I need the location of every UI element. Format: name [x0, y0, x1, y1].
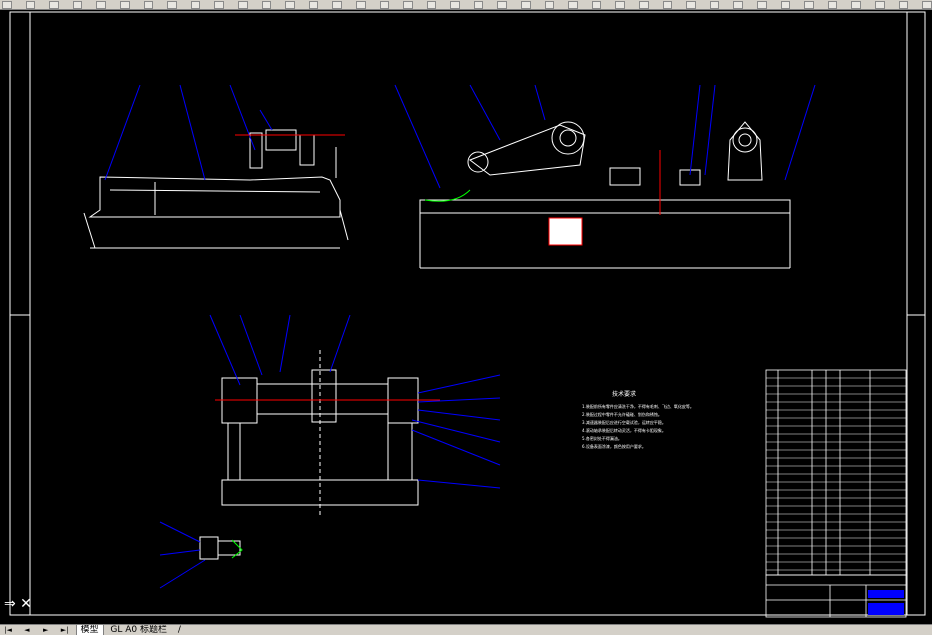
view-left-assembly	[83, 129, 349, 249]
toolbar-button[interactable]	[167, 0, 177, 9]
toolbar-button[interactable]	[827, 0, 838, 9]
view-section	[221, 350, 419, 515]
toolbar-button[interactable]	[72, 0, 83, 9]
leaders-left-assembly	[104, 84, 273, 181]
toolbar-button[interactable]	[49, 0, 59, 9]
notes-line: 5.各密封处不得漏油。	[582, 435, 622, 441]
toolbar-button[interactable]	[2, 0, 12, 9]
toolbar-button[interactable]	[615, 0, 626, 9]
notes-line: 3.减速器装配后应进行空载试验，运转应平稳。	[582, 419, 666, 425]
ucs-axis-icon: ⇒ ✕	[4, 596, 32, 612]
toolbar-button[interactable]	[780, 0, 791, 9]
toolbar-button[interactable]	[214, 0, 224, 9]
notes-line: 2.装配过程中零件不允许磕碰、划伤和锈蚀。	[582, 411, 662, 417]
toolbar-button[interactable]	[237, 0, 248, 9]
toolbar-button[interactable]	[733, 0, 743, 9]
toolbar-button[interactable]	[591, 0, 602, 9]
toolbar-button[interactable]	[379, 0, 390, 9]
leaders-detail	[159, 521, 206, 589]
toolbar-button[interactable]	[709, 0, 720, 9]
toolbar-button[interactable]	[119, 0, 130, 9]
notes-line: 1.装配前所有零件应清洗干净，不得有毛刺、飞边、氧化皮等。	[582, 403, 694, 409]
toolbar-button[interactable]	[757, 0, 767, 9]
toolbar-button[interactable]	[497, 0, 508, 9]
notes-line: 4.滚动轴承装配后转动灵活，不得有卡阻现象。	[582, 427, 666, 433]
toolbar-button[interactable]	[261, 0, 272, 9]
parts-list-rows	[766, 377, 906, 571]
parts-list-table	[765, 369, 907, 576]
toolbar-button[interactable]	[332, 0, 342, 9]
title-block-name	[868, 603, 904, 615]
toolbar-button[interactable]	[544, 0, 555, 9]
toolbar-button[interactable]	[190, 0, 201, 9]
toolbar-button[interactable]	[568, 0, 578, 9]
toolbar-button[interactable]	[851, 0, 861, 9]
layout-tab-bar: |◄ ◄ ► ►| 模型 GL A0 标题栏 /	[0, 624, 932, 635]
toolbar-button[interactable]	[473, 0, 484, 9]
toolbar	[0, 0, 932, 10]
technical-notes: 技术要求 1.装配前所有零件应清洗干净，不得有毛刺、飞边、氧化皮等。 2.装配过…	[582, 390, 694, 449]
title-block-label	[868, 590, 904, 598]
toolbar-button[interactable]	[143, 0, 154, 9]
leaders-right-assembly	[394, 84, 816, 189]
drawing-border-inner	[29, 11, 908, 616]
toolbar-button[interactable]	[874, 0, 885, 9]
toolbar-button[interactable]	[355, 0, 366, 9]
toolbar-button[interactable]	[521, 0, 531, 9]
toolbar-button[interactable]	[96, 0, 106, 9]
toolbar-button[interactable]	[285, 0, 295, 9]
toolbar-button[interactable]	[662, 0, 673, 9]
toolbar-button[interactable]	[426, 0, 437, 9]
drawing-canvas[interactable]: 技术要求 1.装配前所有零件应清洗干净，不得有毛刺、飞边、氧化皮等。 2.装配过…	[0, 10, 932, 624]
toolbar-button[interactable]	[804, 0, 814, 9]
toolbar-button[interactable]	[450, 0, 460, 9]
red-block	[548, 217, 583, 246]
toolbar-button[interactable]	[639, 0, 649, 9]
view-detail	[199, 536, 241, 560]
notes-title: 技术要求	[612, 390, 636, 398]
toolbar-button[interactable]	[308, 0, 319, 9]
toolbar-button[interactable]	[686, 0, 696, 9]
leaders-section	[209, 314, 501, 489]
notes-line: 6.设备表面涂漆，颜色按用户要求。	[582, 443, 646, 449]
toolbar-button[interactable]	[898, 0, 909, 9]
toolbar-button[interactable]	[922, 0, 932, 9]
toolbar-button[interactable]	[25, 0, 36, 9]
view-right-assembly	[419, 121, 791, 269]
drawing-border-outer	[9, 11, 926, 616]
toolbar-button[interactable]	[403, 0, 413, 9]
